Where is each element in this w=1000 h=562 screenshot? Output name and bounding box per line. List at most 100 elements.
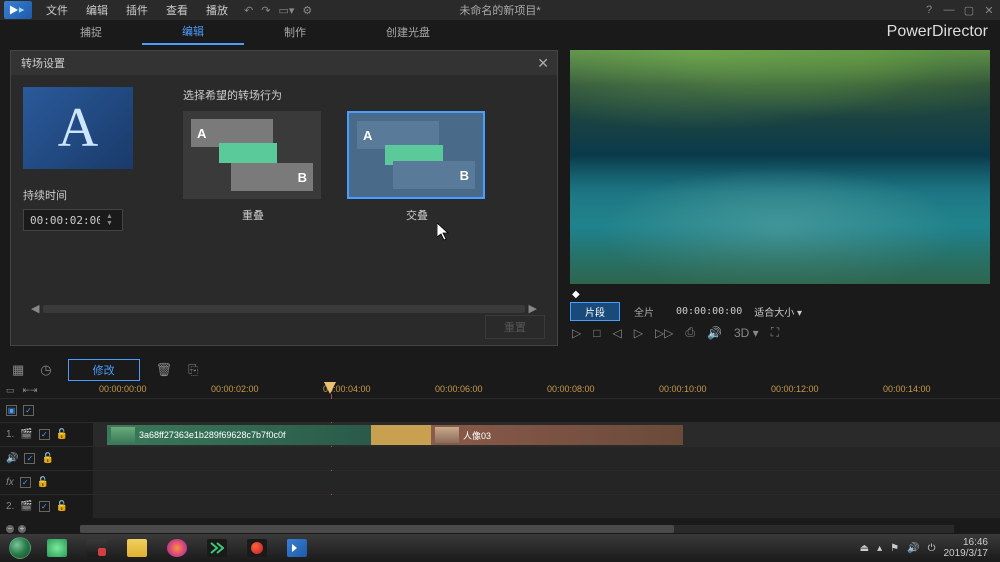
3d-button[interactable]: 3D ▾ [732,326,761,340]
start-button[interactable] [4,536,36,560]
scroll-left-button[interactable]: ◀ [27,302,43,315]
trash-icon[interactable]: 🗑 [156,362,173,378]
time-mark: 00:00:02:00 [211,384,259,394]
snapshot-button[interactable]: ⎙ [683,325,697,340]
track-all-lock-check[interactable]: ✓ [23,405,34,416]
more-tools-icon[interactable]: ⎘ [188,362,198,378]
play-button[interactable]: ▷ [570,326,583,340]
duration-spin-up[interactable]: ▲ [106,213,116,220]
volume-button[interactable]: 🔊 [705,326,724,340]
taskbar-app-2[interactable] [78,536,116,560]
menu-file[interactable]: 文件 [38,0,76,20]
tab-capture[interactable]: 捕捉 [40,20,142,44]
maximize-icon[interactable]: ▢ [962,4,976,17]
tab-produce[interactable]: 制作 [244,20,346,44]
track-visible-check[interactable]: ✓ [39,501,50,512]
dialog-scrollbar: ◀ ▶ [27,302,541,315]
h-scroll-thumb[interactable] [80,525,674,533]
ruler-tool-icon[interactable]: ▭ [6,385,15,396]
timeline-toolbar: ▦ ◷ 修改 🗑 ⎘ [0,358,1000,382]
minimize-icon[interactable]: — [942,4,956,17]
video-clip-1[interactable]: 3a68ff27363e1b289f69628c7b7f0c0f [107,425,371,445]
prev-frame-button[interactable]: ◁ [610,326,623,340]
tray-chevron-icon[interactable]: ▴ [877,543,882,554]
tray-flag-icon[interactable]: ⚑ [890,543,899,554]
fullscreen-button[interactable]: ⛶ [769,325,781,340]
aspect-icon[interactable]: ▭▾ [278,4,294,17]
timeline: ▭ ⇤⇥ 00:00:00:00 00:00:02:00 00:00:04:00… [0,382,1000,536]
toolbar-history-icon[interactable]: ◷ [40,362,51,378]
lock-icon[interactable]: 🔓 [56,501,68,512]
taskbar-app-6[interactable] [238,536,276,560]
video-track-icon: 🎬 [20,429,32,440]
tray-clock[interactable]: 16:46 2019/3/17 [944,537,989,559]
track-visible-check[interactable]: ✓ [20,477,31,488]
playhead-marker-icon: ◆ [572,289,580,300]
mode-tabbar: 捕捉 编辑 制作 创建光盘 PowerDirector [0,20,1000,44]
duration-spin-down[interactable]: ▼ [106,220,116,227]
reset-button[interactable]: 重置 [485,315,545,339]
lock-icon[interactable]: 🔓 [37,477,49,488]
scroll-right-button[interactable]: ▶ [525,302,541,315]
tray-icon[interactable]: ⏏ [860,543,869,554]
menu-plugin[interactable]: 插件 [118,0,156,20]
tab-edit[interactable]: 编辑 [142,19,244,45]
fx-track-icon: fx [6,477,14,488]
track-visible-check[interactable]: ✓ [39,429,50,440]
system-tray: ⏏ ▴ ⚑ 🔊 ⏻ 16:46 2019/3/17 [860,537,996,559]
tray-volume-icon[interactable]: 🔊 [907,543,919,554]
menu-play[interactable]: 播放 [198,0,236,20]
timeline-h-scrollbar[interactable] [80,525,954,533]
video-track-2-content[interactable] [93,495,1000,518]
fast-forward-button[interactable]: ▷▷ [653,326,675,340]
redo-icon[interactable]: ↷ [261,4,270,17]
menu-tool-icons: ↶ ↷ ▭▾ ⚙ [244,4,312,17]
brand-label: PowerDirector [887,23,988,41]
track-all-visible-check[interactable]: ▣ [6,405,17,416]
zoom-in-button[interactable]: + [18,525,26,533]
fx-track-content[interactable] [93,471,1000,494]
ruler-marks: 00:00:00:00 00:00:02:00 00:00:04:00 00:0… [93,382,1000,398]
behavior-cross-option[interactable]: A B [347,111,485,199]
scroll-track[interactable] [43,305,524,313]
video-clip-2[interactable]: 人像03 [431,425,683,445]
preview-playhead-bar[interactable]: ◆ [570,288,990,300]
video-track-1-content[interactable]: 3a68ff27363e1b289f69628c7b7f0c0f 人像03 [93,423,1000,446]
audio-track-1-content[interactable] [93,447,1000,470]
lock-icon[interactable]: 🔓 [41,453,53,464]
stop-button[interactable]: □ [591,326,602,340]
menubar: 文件 编辑 插件 查看 播放 ↶ ↷ ▭▾ ⚙ 未命名的新项目* ? — ▢ ✕ [0,0,1000,20]
help-icon[interactable]: ? [922,4,936,17]
dialog-close-button[interactable]: ✕ [537,55,549,72]
lock-icon[interactable]: 🔓 [56,429,68,440]
dialog-title: 转场设置 [11,51,557,75]
track-header-row: ▣ ✓ [0,398,1000,422]
settings-gear-icon[interactable]: ⚙ [302,4,312,17]
taskbar-app-1[interactable] [38,536,76,560]
taskbar-app-5[interactable] [198,536,236,560]
taskbar-app-3[interactable] [118,536,156,560]
time-ruler[interactable]: ▭ ⇤⇥ 00:00:00:00 00:00:02:00 00:00:04:00… [0,382,1000,398]
next-frame-button[interactable]: ▷ [632,326,645,340]
zoom-out-button[interactable]: − [6,525,14,533]
menu-edit[interactable]: 编辑 [78,0,116,20]
close-icon[interactable]: ✕ [982,4,996,17]
taskbar-app-4[interactable] [158,536,196,560]
tab-createdisc[interactable]: 创建光盘 [346,20,470,44]
preview-segment-button[interactable]: 片段 [570,302,620,321]
main-content: 转场设置 ✕ A 持续时间 ▲ ▼ 选择希望的转场行为 [0,44,1000,354]
preview-size-select[interactable]: 适合大小 ▾ [754,304,802,319]
menu-view[interactable]: 查看 [158,0,196,20]
behavior-overlap-option[interactable]: A B [183,111,321,199]
track-visible-check[interactable]: ✓ [24,453,35,464]
modify-button[interactable]: 修改 [68,359,140,381]
duration-input[interactable] [30,214,100,227]
windows-taskbar: ⏏ ▴ ⚑ 🔊 ⏻ 16:46 2019/3/17 [0,534,1000,562]
preview-full-button[interactable]: 全片 [624,303,664,320]
ruler-jump-icon[interactable]: ⇤⇥ [23,385,38,396]
toolbar-arrow-icon[interactable]: ▦ [12,362,24,378]
taskbar-app-7[interactable] [278,536,316,560]
transition-settings-dialog: 转场设置 ✕ A 持续时间 ▲ ▼ 选择希望的转场行为 [10,50,558,346]
undo-icon[interactable]: ↶ [244,4,253,17]
tray-power-icon[interactable]: ⏻ [928,543,936,554]
